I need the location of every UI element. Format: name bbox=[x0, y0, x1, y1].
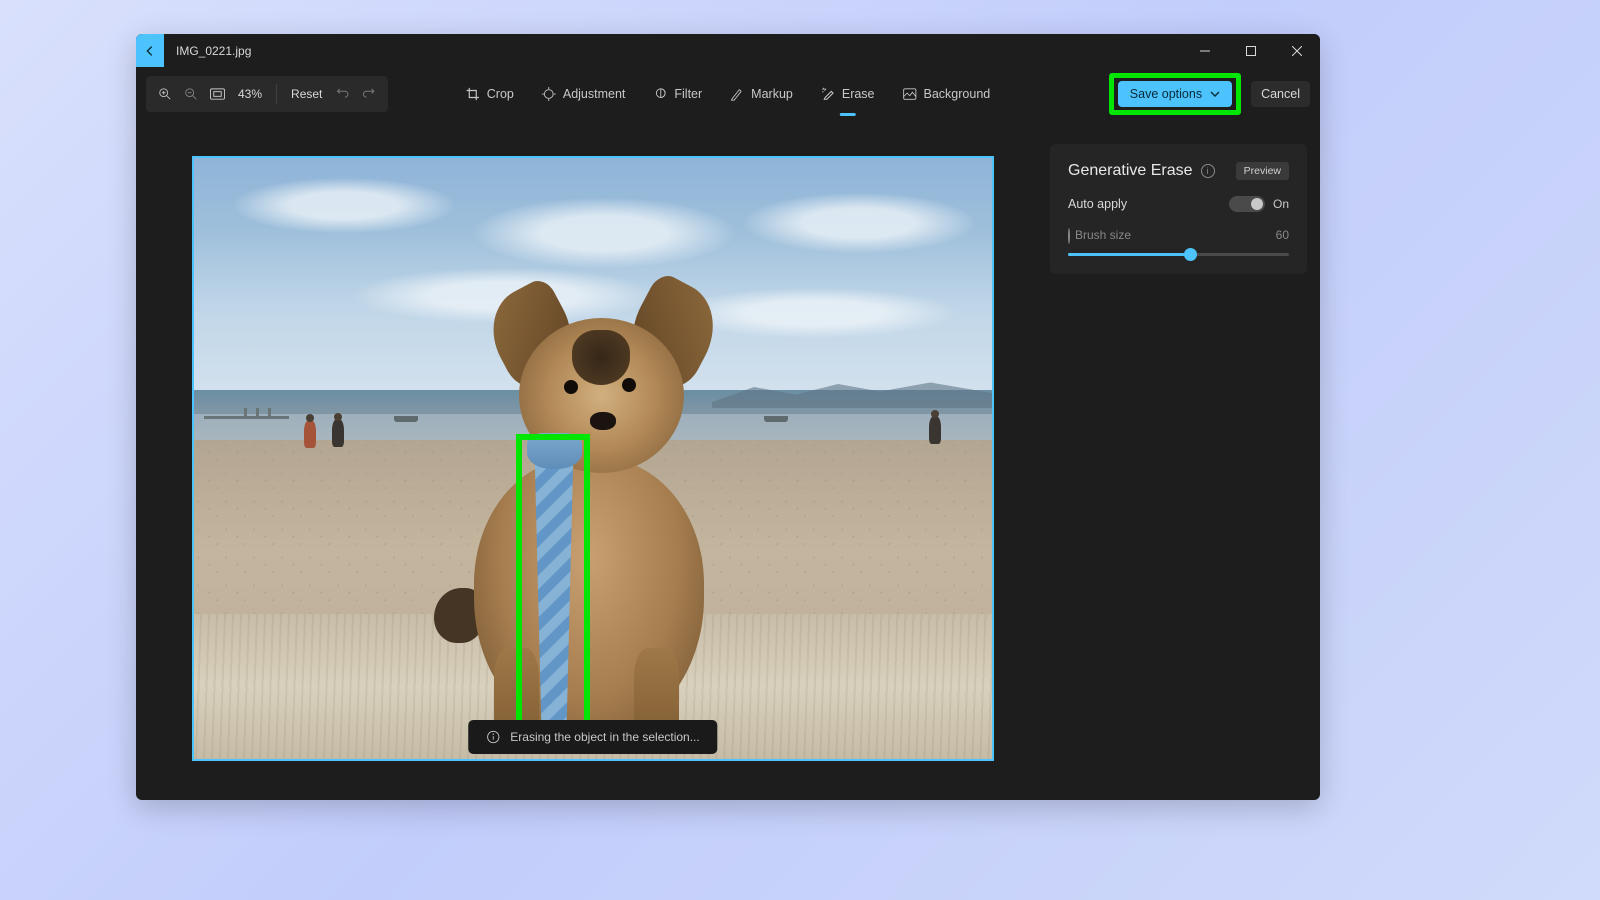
tab-label: Background bbox=[924, 87, 991, 101]
cloud bbox=[674, 288, 954, 338]
cloud bbox=[474, 198, 734, 268]
cloud bbox=[234, 178, 454, 233]
zoom-in-button[interactable] bbox=[154, 83, 176, 105]
back-button[interactable] bbox=[136, 34, 164, 67]
maximize-button[interactable] bbox=[1228, 34, 1274, 67]
image-ship bbox=[764, 416, 788, 422]
tool-tabs: Crop Adjustment Filter Markup Erase Back… bbox=[456, 76, 1000, 112]
image-dog-eye bbox=[622, 378, 636, 392]
zoom-percent[interactable]: 43% bbox=[232, 87, 268, 101]
auto-apply-label: Auto apply bbox=[1068, 197, 1127, 211]
zoom-out-icon bbox=[184, 87, 198, 101]
image-dog-muzzle-fur bbox=[572, 330, 630, 385]
minimize-icon bbox=[1200, 46, 1210, 56]
markup-icon bbox=[730, 87, 744, 101]
brush-icon bbox=[1068, 228, 1070, 244]
cancel-button[interactable]: Cancel bbox=[1251, 81, 1310, 107]
window-controls bbox=[1182, 34, 1320, 67]
image-pier bbox=[204, 416, 289, 419]
tab-adjustment[interactable]: Adjustment bbox=[532, 81, 636, 107]
tab-label: Adjustment bbox=[563, 87, 626, 101]
image-person bbox=[332, 419, 344, 447]
tab-label: Filter bbox=[674, 87, 702, 101]
zoom-tool-group: 43% Reset bbox=[146, 76, 388, 112]
minimize-button[interactable] bbox=[1182, 34, 1228, 67]
tab-erase[interactable]: Erase bbox=[811, 81, 885, 107]
tab-label: Erase bbox=[842, 87, 875, 101]
maximize-icon bbox=[1246, 46, 1256, 56]
crop-icon bbox=[466, 87, 480, 101]
divider bbox=[276, 84, 277, 104]
brush-size-label: Brush size bbox=[1075, 228, 1131, 242]
undo-icon bbox=[336, 86, 350, 100]
tab-markup[interactable]: Markup bbox=[720, 81, 803, 107]
save-options-label: Save options bbox=[1130, 87, 1202, 101]
brush-size-slider[interactable] bbox=[1068, 253, 1289, 256]
cloud bbox=[744, 193, 974, 253]
canvas-area: Erasing the object in the selection... bbox=[136, 121, 1050, 800]
image-dog-eye bbox=[564, 380, 578, 394]
zoom-in-icon bbox=[158, 87, 172, 101]
auto-apply-row: Auto apply On bbox=[1068, 196, 1289, 212]
tab-label: Crop bbox=[487, 87, 514, 101]
reset-button[interactable]: Reset bbox=[285, 87, 328, 101]
slider-fill bbox=[1068, 253, 1190, 256]
redo-icon bbox=[362, 86, 376, 100]
tab-background[interactable]: Background bbox=[893, 81, 1001, 107]
info-icon bbox=[486, 730, 500, 744]
photos-editor-window: IMG_0221.jpg 43% R bbox=[136, 34, 1320, 800]
slider-thumb[interactable] bbox=[1184, 248, 1197, 261]
brush-size-row: Brush size 60 bbox=[1068, 228, 1289, 243]
tab-filter[interactable]: Filter bbox=[643, 81, 712, 107]
panel-title: Generative Erase bbox=[1068, 162, 1193, 180]
tab-label: Markup bbox=[751, 87, 793, 101]
close-icon bbox=[1292, 46, 1302, 56]
image-person bbox=[304, 420, 316, 448]
fit-icon bbox=[210, 88, 225, 100]
save-options-button[interactable]: Save options bbox=[1118, 81, 1232, 107]
image-dog-nose bbox=[590, 412, 616, 430]
erase-side-panel: Generative Erase i Preview Auto apply On… bbox=[1050, 144, 1307, 274]
title-bar: IMG_0221.jpg bbox=[136, 34, 1320, 67]
chevron-down-icon bbox=[1210, 89, 1220, 99]
action-buttons: Save options Cancel bbox=[1109, 73, 1310, 115]
filter-icon bbox=[653, 87, 667, 101]
auto-apply-state: On bbox=[1273, 197, 1289, 211]
brush-size-value: 60 bbox=[1276, 228, 1289, 242]
adjustment-icon bbox=[542, 87, 556, 101]
info-icon[interactable]: i bbox=[1201, 164, 1215, 178]
image-ship bbox=[394, 416, 418, 422]
arrow-left-icon bbox=[143, 44, 157, 58]
auto-apply-toggle[interactable] bbox=[1229, 196, 1265, 212]
save-highlight-box: Save options bbox=[1109, 73, 1241, 115]
erase-icon bbox=[821, 87, 835, 101]
panel-header: Generative Erase i Preview bbox=[1068, 162, 1289, 180]
editor-toolbar: 43% Reset Crop Adjustment Filter bbox=[136, 67, 1320, 121]
redo-button[interactable] bbox=[358, 86, 380, 103]
file-name: IMG_0221.jpg bbox=[164, 34, 251, 67]
status-toast: Erasing the object in the selection... bbox=[468, 720, 717, 754]
close-button[interactable] bbox=[1274, 34, 1320, 67]
edited-image[interactable]: Erasing the object in the selection... bbox=[192, 156, 994, 761]
zoom-out-button[interactable] bbox=[180, 83, 202, 105]
status-text: Erasing the object in the selection... bbox=[510, 730, 699, 744]
selection-highlight-box bbox=[516, 434, 590, 754]
tab-crop[interactable]: Crop bbox=[456, 81, 524, 107]
fit-to-screen-button[interactable] bbox=[206, 83, 228, 105]
preview-badge: Preview bbox=[1236, 162, 1289, 180]
image-person bbox=[929, 416, 941, 444]
undo-button[interactable] bbox=[332, 86, 354, 103]
background-icon bbox=[903, 87, 917, 101]
